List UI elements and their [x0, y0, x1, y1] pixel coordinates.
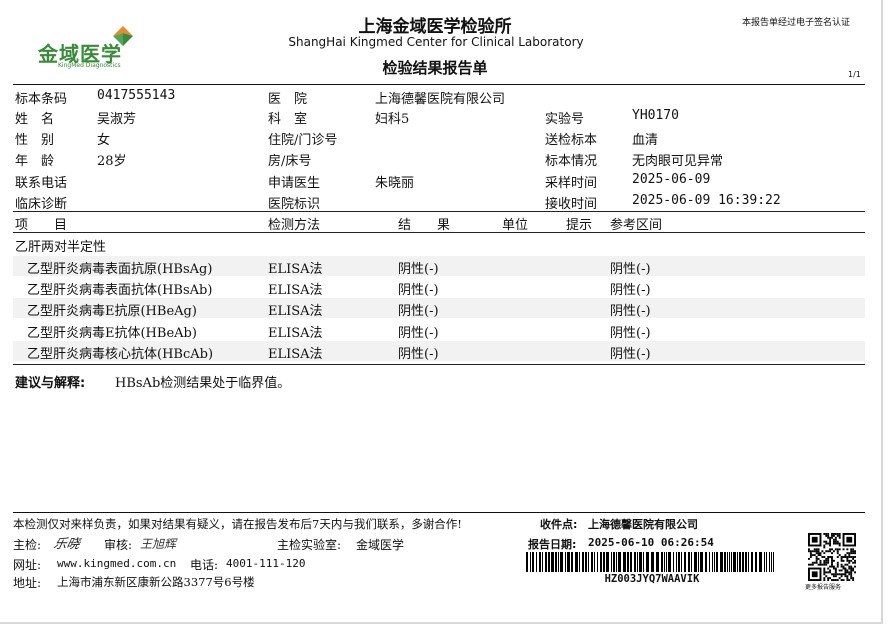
barcode-value: 0417555143: [97, 88, 176, 103]
row-result: 阴性(-): [398, 262, 439, 277]
receiver-value: 上海德馨医院有限公司: [588, 518, 698, 531]
row-range: 阴性(-): [610, 326, 651, 341]
sex-value: 女: [97, 133, 111, 148]
inpatient-label: 住院/门诊号: [268, 133, 338, 148]
report-date-label: 报告日期:: [528, 538, 577, 551]
row-result: 阴性(-): [398, 304, 439, 319]
phone-label: 联系电话: [15, 176, 68, 191]
lab-title-cn: 上海金域医学检验所: [358, 17, 512, 37]
receiver-label: 收件点:: [540, 518, 578, 531]
name-value: 吴淑芳: [97, 112, 137, 127]
header-rule: [13, 84, 865, 85]
specimen-value: 血清: [632, 133, 659, 148]
address-value: 上海市浦东新区康新公路3377号6号楼: [57, 575, 255, 589]
row-method: ELISA法: [268, 283, 323, 298]
row-method: ELISA法: [268, 347, 323, 362]
col-header-result: 结 果: [398, 218, 451, 233]
row-item: 乙型肝炎病毒E抗体(HBeAb): [27, 326, 197, 341]
tel-label: 电话:: [190, 558, 219, 572]
labno-value: YH0170: [632, 108, 679, 123]
advice-text: HBsAb检测结果处于临界值。: [115, 376, 291, 391]
row-result: 阴性(-): [398, 347, 439, 362]
website-value[interactable]: www.kingmed.com.cn: [57, 557, 176, 570]
col-header-method: 检测方法: [268, 218, 321, 233]
page-number: 1/1: [848, 70, 861, 79]
row-result: 阴性(-): [398, 326, 439, 341]
age-value: 28岁: [97, 154, 127, 169]
inspector-label: 主检:: [13, 538, 42, 552]
esign-note: 本报告单经过电子签名认证: [742, 18, 851, 28]
receive-time-label: 接收时间: [545, 197, 598, 212]
hospital-id-label: 医院标识: [268, 197, 321, 212]
sex-label: 性 别: [15, 133, 55, 148]
report-barcode: [526, 552, 774, 572]
lab-value: 金域医学: [356, 538, 405, 552]
hospital-value: 上海德馨医院有限公司: [375, 92, 506, 107]
qr-caption: 更多报告服务: [805, 584, 842, 591]
lab-label: 主检实验室:: [277, 538, 342, 552]
report-date-value: 2025-06-10 06:26:54: [588, 536, 714, 549]
diagnosis-label: 临床诊断: [15, 197, 68, 212]
col-header-unit: 单位: [502, 218, 529, 233]
website-label: 网址:: [13, 558, 42, 572]
hospital-label: 医 院: [268, 92, 308, 107]
row-range: 阴性(-): [610, 347, 651, 362]
table-bottom-rule: [13, 364, 865, 365]
col-header-item: 项 目: [15, 218, 68, 233]
row-method: ELISA法: [268, 304, 323, 319]
row-range: 阴性(-): [610, 283, 651, 298]
barcode-text: HZ003JYQ7WAAVIK: [604, 573, 700, 585]
reviewer-signature: 王旭辉: [140, 537, 177, 551]
address-label: 地址:: [13, 576, 42, 590]
collect-time-value: 2025-06-09: [632, 172, 711, 187]
tel-value: 4001-111-120: [226, 557, 306, 570]
disclaimer: 本检测仅对来样负责，如果对结果有疑义，请在报告发布后7天内与我们联系，多谢合作!: [13, 517, 462, 531]
row-range: 阴性(-): [610, 304, 651, 319]
group-title: 乙肝两对半定性: [15, 240, 107, 255]
dept-label: 科 室: [268, 112, 308, 127]
row-item: 乙型肝炎病毒表面抗原(HBsAg): [27, 262, 213, 277]
row-item: 乙型肝炎病毒核心抗体(HBcAb): [27, 347, 214, 362]
col-header-hint: 提示: [566, 218, 593, 233]
advice-label: 建议与解释:: [15, 376, 86, 391]
table-header-rule: [13, 232, 865, 233]
receive-time-value: 2025-06-09 16:39:22: [632, 193, 781, 208]
age-label: 年 龄: [15, 154, 55, 169]
row-method: ELISA法: [268, 262, 323, 277]
row-item: 乙型肝炎病毒E抗原(HBeAg): [27, 304, 197, 319]
condition-label: 标本情况: [545, 154, 598, 169]
doctor-label: 申请医生: [268, 176, 321, 191]
reviewer-label: 审核:: [104, 538, 133, 552]
bed-label: 房/床号: [268, 154, 312, 169]
col-header-range: 参考区间: [610, 218, 663, 233]
row-method: ELISA法: [268, 326, 323, 341]
row-range: 阴性(-): [610, 262, 651, 277]
doctor-value: 朱晓丽: [375, 176, 415, 191]
specimen-label: 送检标本: [545, 133, 598, 148]
report-title: 检验结果报告单: [382, 59, 488, 77]
footer-rule: [13, 512, 865, 513]
dept-value: 妇科5: [375, 112, 410, 127]
labno-label: 实验号: [545, 112, 585, 127]
barcode-label: 标本条码: [15, 92, 68, 107]
row-result: 阴性(-): [398, 283, 439, 298]
name-label: 姓 名: [15, 112, 55, 127]
qr-code-icon[interactable]: [808, 533, 856, 581]
condition-value: 无肉眼可见异常: [632, 154, 724, 169]
inspector-signature: 乐晓: [51, 537, 82, 552]
collect-time-label: 采样时间: [545, 176, 598, 191]
lab-title-en: ShangHai Kingmed Center for Clinical Lab…: [288, 35, 584, 49]
table-top-rule: [13, 211, 865, 212]
row-item: 乙型肝炎病毒表面抗体(HBsAb): [27, 283, 213, 298]
